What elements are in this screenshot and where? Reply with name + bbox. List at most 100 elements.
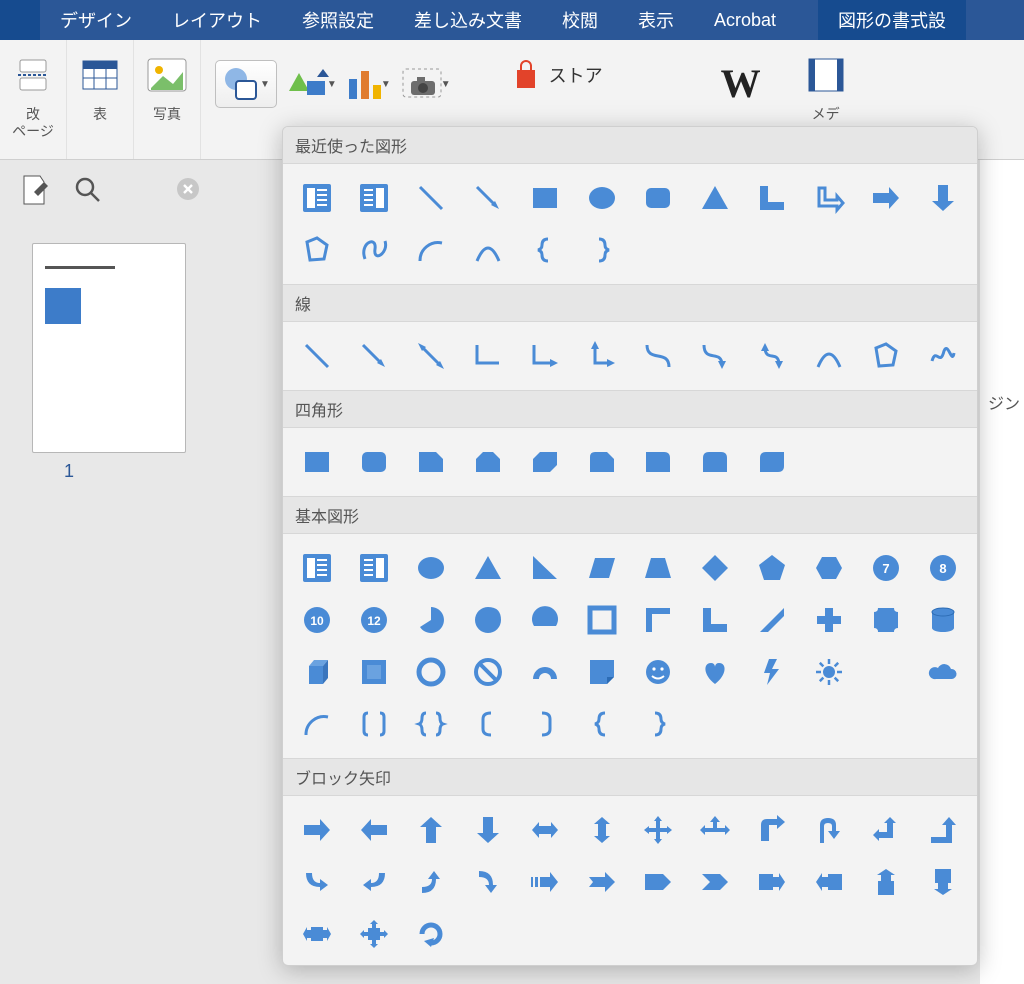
chart-button[interactable]: ▼ [347,67,391,101]
shape-left-brace[interactable] [573,698,630,750]
shape-snip-diag[interactable] [516,436,573,488]
shape-arrow[interactable] [346,330,403,382]
shape-elbow-connector[interactable] [459,330,516,382]
shape-left-right-callout[interactable] [289,908,346,960]
shape-circular-arrow[interactable] [403,908,460,960]
shape-quad-callout[interactable] [346,908,403,960]
shape-curve-double-arrow[interactable] [744,330,801,382]
shape-heptagon[interactable]: 7 [857,542,914,594]
shape-round-same-side[interactable] [687,436,744,488]
shape-round-diag[interactable] [744,436,801,488]
shape-freeform-closed[interactable] [289,224,346,276]
shape-oval[interactable] [573,172,630,224]
shape-pentagon-arrow[interactable] [630,856,687,908]
shape-cloud[interactable] [914,646,971,698]
shape-freeform-loop[interactable] [346,224,403,276]
tab-mailmerge[interactable]: 差し込み文書 [394,0,542,40]
shape-diag-stripe[interactable] [744,594,801,646]
search-icon[interactable] [74,176,102,209]
shape-right-arrow[interactable] [857,172,914,224]
shape-chevron[interactable] [687,856,744,908]
close-pane-icon[interactable] [176,177,200,208]
shape-down-arrow[interactable] [459,804,516,856]
shape-dodecagon[interactable]: 12 [346,594,403,646]
shape-right-brace[interactable] [630,698,687,750]
shape-arrow-line[interactable] [459,172,516,224]
shape-curve[interactable] [800,330,857,382]
shape-callout-right[interactable] [744,856,801,908]
shape-quad-arrow[interactable] [630,804,687,856]
shape-snip-single-corner[interactable] [403,436,460,488]
shape-text-box[interactable] [289,542,346,594]
shape-bent-arrow[interactable] [744,804,801,856]
shape-bent-up-arrow[interactable] [914,804,971,856]
shape-moon[interactable] [857,646,914,698]
shape-curved-left[interactable] [346,856,403,908]
shape-three-way-arrow[interactable] [687,804,744,856]
shape-triangle[interactable] [687,172,744,224]
shape-callout-left[interactable] [800,856,857,908]
shape-text-box[interactable] [289,172,346,224]
shape-callout-up[interactable] [857,856,914,908]
shape-rectangle[interactable] [516,172,573,224]
shape-pie[interactable] [403,594,460,646]
shape-heart[interactable] [687,646,744,698]
shape-elbow-double-arrow[interactable] [573,330,630,382]
shape-left-brace[interactable] [516,224,573,276]
shape-curve-arrow-connector[interactable] [687,330,744,382]
shapes-dropdown-button[interactable]: ▼ [215,60,277,108]
shape-curve-connector[interactable] [630,330,687,382]
shape-vertical-text-box[interactable] [346,172,403,224]
shape-right-triangle[interactable] [516,542,573,594]
shape-decagon[interactable]: 10 [289,594,346,646]
shape-double-brace[interactable] [403,698,460,750]
shape-down-arrow[interactable] [914,172,971,224]
tab-layout[interactable]: レイアウト [152,0,282,40]
shape-no-symbol[interactable] [459,646,516,698]
page-thumbnail[interactable] [32,243,186,453]
tab-review[interactable]: 校閲 [542,0,618,40]
shape-left-bracket[interactable] [459,698,516,750]
shape-freeform-scribble[interactable] [914,330,971,382]
shape-diamond[interactable] [687,542,744,594]
tab-insert-active[interactable] [0,0,40,40]
shape-callout-down[interactable] [914,856,971,908]
group-table[interactable]: 表 [67,40,134,159]
shape-rectangle[interactable] [289,436,346,488]
shape-snip-same-side[interactable] [459,436,516,488]
tab-acrobat[interactable]: Acrobat [694,0,796,40]
shape-right-bracket[interactable] [516,698,573,750]
shape-sun[interactable] [800,646,857,698]
shape-snip-round[interactable] [573,436,630,488]
shape-frame[interactable] [573,594,630,646]
smartart-button[interactable]: ▼ [287,67,337,101]
shape-left-up-arrow[interactable] [857,804,914,856]
shape-cube[interactable] [289,646,346,698]
shape-l-shape[interactable] [687,594,744,646]
shape-pentagon[interactable] [744,542,801,594]
shape-freeform-closed[interactable] [857,330,914,382]
wikipedia-button[interactable]: W [707,60,775,107]
shape-vertical-text-box[interactable] [346,542,403,594]
tab-view[interactable]: 表示 [618,0,694,40]
shape-triangle[interactable] [459,542,516,594]
shape-l-shape[interactable] [744,172,801,224]
shape-round-single[interactable] [630,436,687,488]
shape-elbow-arrow[interactable] [800,172,857,224]
shape-curved-down[interactable] [459,856,516,908]
shape-left-arrow[interactable] [346,804,403,856]
shape-parallelogram[interactable] [573,542,630,594]
shape-u-turn-arrow[interactable] [800,804,857,856]
screenshot-button[interactable]: ▼ [401,67,451,101]
shape-line[interactable] [403,172,460,224]
shape-striped-right[interactable] [516,856,573,908]
tab-shape-format[interactable]: 図形の書式設 [818,0,966,40]
shape-donut[interactable] [403,646,460,698]
shape-hexagon[interactable] [800,542,857,594]
shape-curved-right[interactable] [289,856,346,908]
shape-left-right-arrow[interactable] [516,804,573,856]
shape-folded-corner[interactable] [573,646,630,698]
shape-chord[interactable] [516,594,573,646]
edit-page-icon[interactable] [18,174,48,211]
shape-curved-up[interactable] [403,856,460,908]
